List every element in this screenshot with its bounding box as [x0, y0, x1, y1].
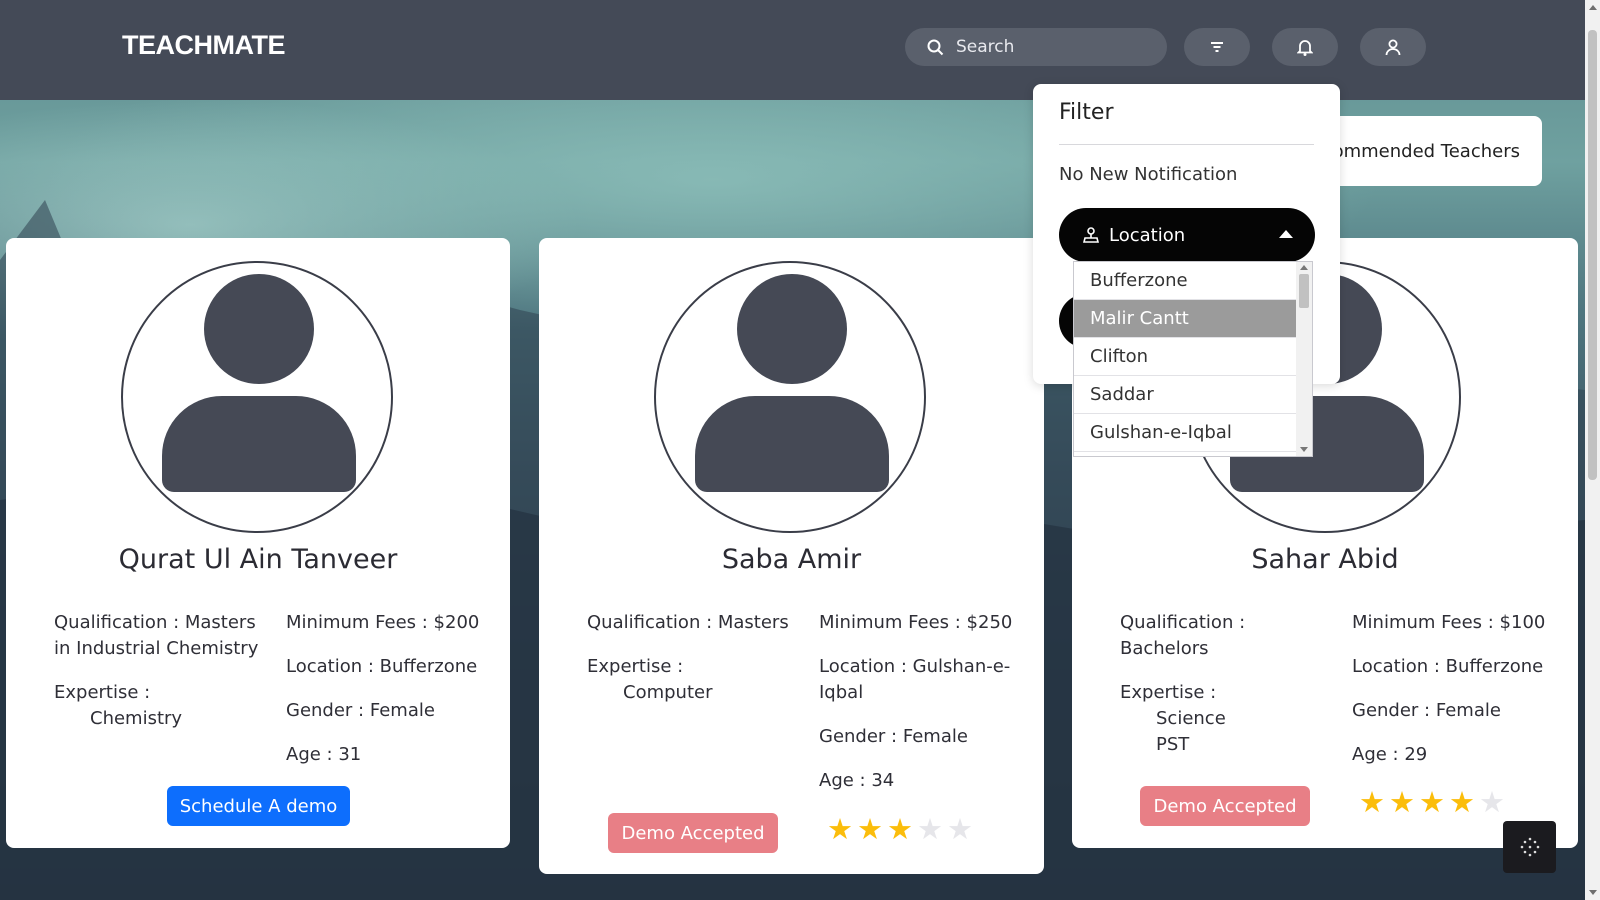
teacher-right-info: Minimum Fees : $100 Location : Bufferzon…: [1352, 610, 1572, 768]
teacher-name: Saba Amir: [721, 544, 862, 575]
avatar-head: [204, 274, 314, 384]
fees-text: Minimum Fees : $200: [286, 612, 480, 633]
location-options-list[interactable]: Bufferzone Malir Cantt Clifton Saddar Gu…: [1073, 261, 1313, 457]
search-input[interactable]: [954, 36, 1148, 58]
age-text: Age : 29: [1352, 744, 1428, 765]
page-scrollbar[interactable]: [1585, 0, 1600, 900]
expertise-item: Science: [1156, 708, 1226, 729]
dropdown-scrollbar[interactable]: [1296, 262, 1312, 456]
expertise-item: Computer: [623, 682, 713, 703]
location-text: Location : Bufferzone: [286, 656, 478, 677]
schedule-demo-button[interactable]: Schedule A demo: [167, 786, 350, 826]
teacher-card: Qurat Ul Ain Tanveer Qualification : Mas…: [6, 238, 510, 848]
scroll-down-icon[interactable]: [1300, 447, 1308, 452]
blackbox-widget[interactable]: [1503, 821, 1556, 873]
star-empty-icon: ★: [917, 812, 943, 846]
qualification-label: Qualification : Masters: [54, 612, 256, 633]
avatar: [121, 261, 393, 533]
location-option[interactable]: Bufferzone: [1074, 262, 1296, 300]
fees-text: Minimum Fees : $100: [1352, 612, 1546, 633]
teacher-name: Sahar Abid: [1251, 544, 1399, 575]
star-filled-icon: ★: [1359, 785, 1385, 819]
star-empty-icon: ★: [947, 812, 973, 846]
location-option[interactable]: Saddar: [1074, 376, 1296, 414]
teacher-right-info: Minimum Fees : $250 Location : Gulshan-e…: [819, 610, 1039, 794]
star-empty-icon: ★: [1479, 785, 1505, 819]
age-text: Age : 31: [286, 744, 362, 765]
scroll-thumb[interactable]: [1299, 274, 1309, 308]
teacher-left-info: Qualification : Bachelors Expertise : Sc…: [1120, 610, 1335, 758]
search-bar[interactable]: [905, 28, 1167, 66]
star-filled-icon: ★: [1419, 785, 1445, 819]
gender-text: Gender : Female: [1352, 700, 1501, 721]
gender-text: Gender : Female: [819, 726, 968, 747]
star-filled-icon: ★: [1449, 785, 1475, 819]
star-filled-icon: ★: [857, 812, 883, 846]
expertise-item: Chemistry: [90, 708, 183, 729]
top-navbar: TEACHMATE: [0, 0, 1585, 100]
divider: [1059, 144, 1314, 145]
profile-button[interactable]: [1360, 28, 1426, 66]
qualification-label: Qualification : Masters: [587, 612, 789, 633]
rating-stars: ★ ★ ★ ★ ★: [1359, 787, 1505, 817]
app-logo[interactable]: TEACHMATE: [122, 30, 285, 61]
demo-accepted-button[interactable]: Demo Accepted: [1140, 786, 1310, 826]
qualification-value: Bachelors: [1120, 638, 1209, 659]
fees-text: Minimum Fees : $250: [819, 612, 1013, 633]
expertise-label: Expertise :: [1120, 682, 1217, 703]
gender-text: Gender : Female: [286, 700, 435, 721]
qualification-value: in Industrial Chemistry: [54, 638, 259, 659]
teacher-name: Qurat Ul Ain Tanveer: [118, 544, 398, 575]
demo-accepted-button[interactable]: Demo Accepted: [608, 813, 778, 853]
avatar-head: [737, 274, 847, 384]
location-text: Location : Gulshan-e-: [819, 656, 1011, 677]
teacher-left-info: Qualification : Masters in Industrial Ch…: [54, 610, 264, 732]
filter-title: Filter: [1059, 100, 1114, 125]
expertise-label: Expertise :: [587, 656, 684, 677]
filter-icon: [1211, 42, 1223, 52]
user-icon: [1385, 39, 1401, 55]
location-option[interactable]: Gulshan-e-Iqbal: [1074, 414, 1296, 452]
expertise-item: PST: [1156, 734, 1190, 755]
search-icon: [927, 39, 944, 55]
teacher-left-info: Qualification : Masters Expertise : Comp…: [587, 610, 802, 706]
star-filled-icon: ★: [1389, 785, 1415, 819]
scroll-down-icon[interactable]: [1589, 890, 1597, 895]
avatar-body: [695, 396, 889, 492]
filter-button[interactable]: [1184, 28, 1250, 66]
location-text-cont: Iqbal: [819, 682, 864, 703]
location-text: Location : Bufferzone: [1352, 656, 1544, 677]
notification-button[interactable]: [1272, 28, 1338, 66]
age-text: Age : 34: [819, 770, 895, 791]
teacher-right-info: Minimum Fees : $200 Location : Bufferzon…: [286, 610, 506, 768]
location-label: Location: [1109, 224, 1186, 246]
star-filled-icon: ★: [887, 812, 913, 846]
location-dropdown-toggle[interactable]: Location: [1059, 208, 1315, 262]
location-option-highlighted[interactable]: Malir Cantt: [1074, 300, 1296, 338]
expertise-label: Expertise :: [54, 682, 151, 703]
bell-icon: [1297, 40, 1313, 56]
blackbox-logo-icon: [1520, 837, 1539, 857]
scroll-up-icon[interactable]: [1589, 5, 1597, 10]
caret-up-icon: [1279, 230, 1293, 238]
qualification-label: Qualification :: [1120, 612, 1246, 633]
star-filled-icon: ★: [827, 812, 853, 846]
avatar-body: [162, 396, 356, 492]
location-pin-icon: [1083, 227, 1099, 243]
scroll-up-icon[interactable]: [1300, 265, 1308, 270]
notification-text: No New Notification: [1059, 164, 1238, 185]
rating-stars: ★ ★ ★ ★ ★: [827, 814, 973, 844]
location-option[interactable]: Clifton: [1074, 338, 1296, 376]
avatar: [654, 261, 926, 533]
scroll-thumb[interactable]: [1588, 30, 1597, 480]
teacher-card: Saba Amir Qualification : Masters Expert…: [539, 238, 1044, 874]
